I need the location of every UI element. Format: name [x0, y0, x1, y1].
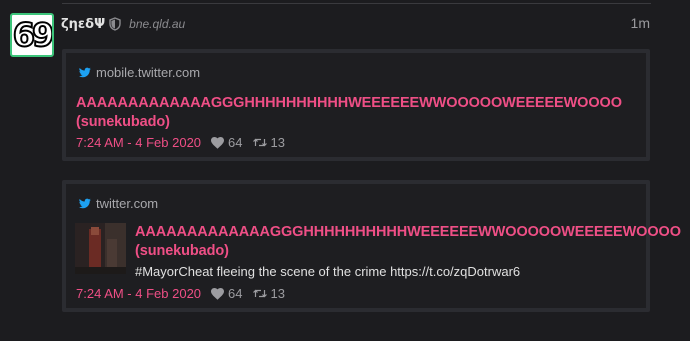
tweet-onebox[interactable]: twitter.com AAAAAAAAAAAAAGGGHHHHHHHHHHWE…	[62, 180, 681, 312]
likes-count: 64	[228, 135, 243, 150]
tweet-date[interactable]: 7:24 AM - 4 Feb 2020	[76, 286, 201, 301]
tweet-thumbnail[interactable]	[75, 223, 126, 274]
post-header: ζηεδΨ bne.qld.au	[61, 14, 185, 34]
onebox-source-label: mobile.twitter.com	[96, 65, 201, 80]
likes-stat: 64	[211, 286, 243, 301]
tweet-meta: 7:24 AM - 4 Feb 2020 64 13	[76, 286, 285, 301]
username[interactable]: ζηεδΨ	[61, 17, 105, 32]
tweet-title[interactable]: AAAAAAAAAAAAAGGGHHHHHHHHHHWEEEEEEWWOOOOO…	[76, 94, 636, 132]
heart-icon	[211, 136, 225, 149]
tweet-title[interactable]: AAAAAAAAAAAAAGGGHHHHHHHHHHWEEEEEEWWOOOOO…	[135, 223, 681, 261]
likes-stat: 64	[211, 135, 243, 150]
tweet-meta: 7:24 AM - 4 Feb 2020 64 13	[76, 135, 285, 150]
onebox-source-label: twitter.com	[96, 196, 159, 211]
post-timestamp[interactable]: 1m	[631, 15, 650, 31]
top-divider	[62, 3, 651, 4]
tweet-text: #MayorCheat fleeing the scene of the cri…	[135, 264, 521, 279]
shield-icon	[109, 17, 121, 31]
retweets-stat: 13	[252, 286, 285, 301]
onebox-source[interactable]: twitter.com	[79, 196, 158, 211]
twitter-bird-icon	[79, 198, 91, 209]
retweet-icon	[252, 289, 267, 298]
likes-count: 64	[228, 286, 243, 301]
avatar-text: 69	[12, 15, 52, 55]
avatar[interactable]: 69	[10, 13, 54, 57]
retweets-count: 13	[270, 135, 285, 150]
twitter-bird-icon	[79, 67, 91, 78]
retweet-icon	[252, 138, 267, 147]
retweets-count: 13	[270, 286, 285, 301]
heart-icon	[211, 287, 225, 300]
user-location: bne.qld.au	[129, 17, 186, 31]
tweet-onebox[interactable]: mobile.twitter.com AAAAAAAAAAAAAGGGHHHHH…	[62, 49, 650, 161]
retweets-stat: 13	[252, 135, 285, 150]
onebox-source[interactable]: mobile.twitter.com	[79, 65, 200, 80]
tweet-date[interactable]: 7:24 AM - 4 Feb 2020	[76, 135, 201, 150]
